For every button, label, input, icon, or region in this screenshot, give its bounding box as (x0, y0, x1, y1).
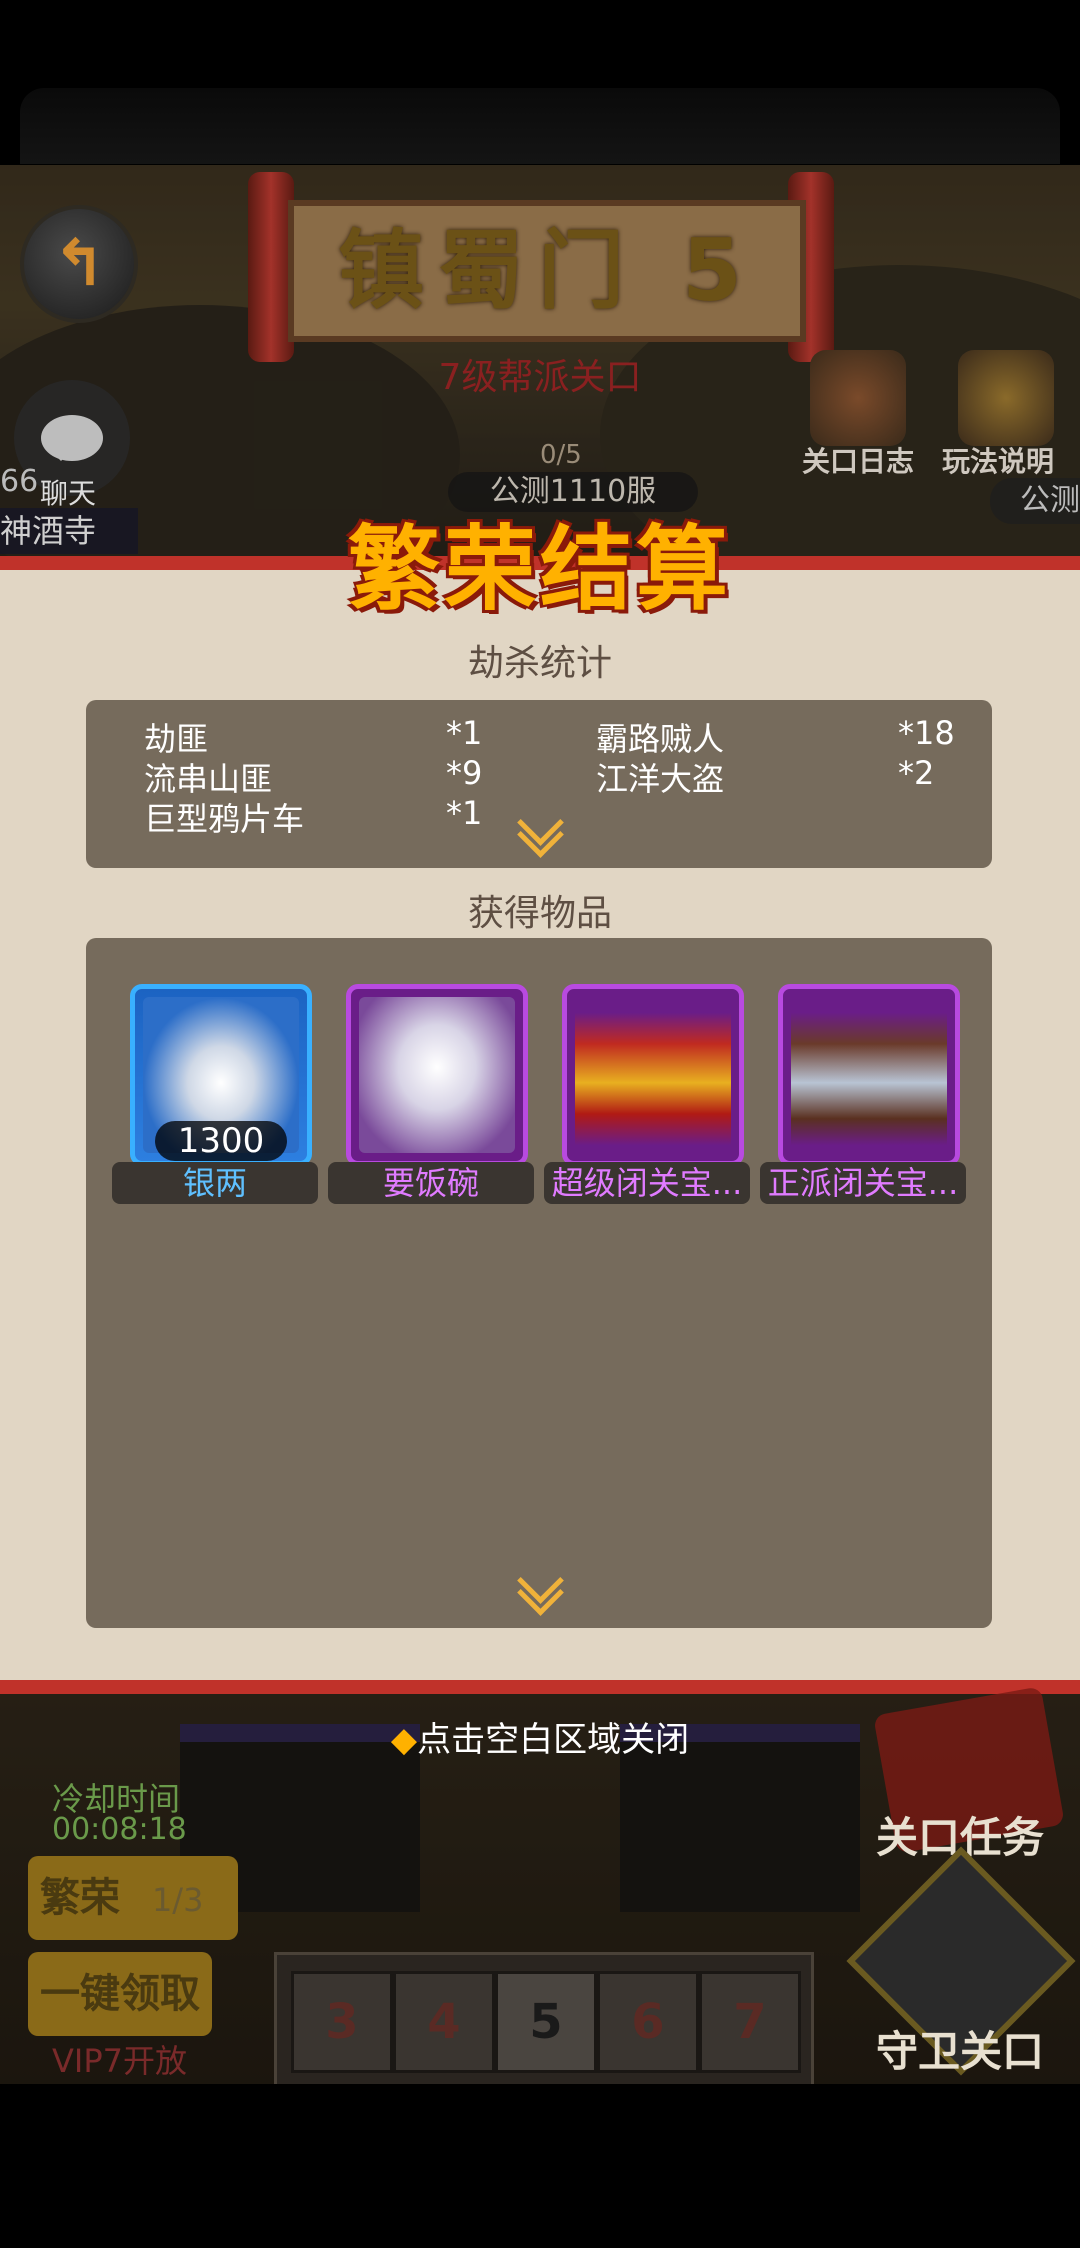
reward-item-silver[interactable]: 1300 (130, 984, 312, 1166)
stage-log-icon[interactable] (810, 350, 906, 446)
expand-chevron-icon[interactable] (516, 799, 564, 858)
item-name: 要饭碗 (328, 1162, 534, 1204)
reward-item-bowl[interactable] (346, 984, 528, 1166)
items-heading: 获得物品 (467, 893, 612, 934)
guard-label[interactable]: 守卫关口 (876, 2018, 1044, 2079)
close-hint-text: 点击空白区域关闭 (417, 1720, 690, 1760)
chat-bubble-icon (41, 415, 103, 461)
kill-count: *1 (446, 794, 483, 832)
top-frame (20, 88, 1060, 164)
level-cell[interactable]: 4 (393, 1971, 495, 2073)
reward-item-silver-chest[interactable] (778, 984, 960, 1166)
level-cell[interactable]: 7 (699, 1971, 801, 2073)
level-cell[interactable]: 3 (291, 1971, 393, 2073)
left-counter: 66 (0, 464, 39, 499)
prosperity-button[interactable]: 繁荣 1/3 (28, 1856, 238, 1940)
kill-count: *1 (446, 714, 483, 752)
prosperity-label: 繁荣 (40, 1875, 120, 1921)
vip-hint: VIP7开放 (52, 2042, 187, 2080)
panel-border-bottom (0, 1680, 1080, 1694)
level-selector: 3 4 5 6 7 (274, 1952, 814, 2088)
item-quantity: 1300 (155, 1121, 287, 1161)
back-button[interactable]: ↰ (20, 205, 138, 323)
stage-progress: 0/5 (540, 440, 582, 470)
level-cell[interactable]: 6 (597, 1971, 699, 2073)
reward-item-gold-chest[interactable] (562, 984, 744, 1166)
kill-count: *9 (446, 754, 483, 792)
stage-title-scroll: 镇蜀门 5 (248, 172, 834, 362)
level-cell-current[interactable]: 5 (495, 1971, 597, 2073)
navigation-area (0, 2084, 1080, 2248)
cooldown-timer: 00:08:18 (52, 1812, 187, 1847)
expand-chevron-icon[interactable] (516, 1557, 564, 1616)
stage-title: 镇蜀门 5 (338, 221, 756, 321)
diamond-icon: ◆ (390, 1720, 418, 1760)
kill-count: *18 (898, 714, 955, 752)
item-name: 银两 (112, 1162, 318, 1204)
kill-stats-box: 劫匪 *1 霸路贼人 *18 流串山匪 *9 江洋大盗 *2 巨型鸦片车 *1 (86, 700, 992, 868)
back-arrow-icon: ↰ (52, 227, 106, 301)
stage-log-label[interactable]: 关口日志 (802, 440, 914, 480)
beggar-bowl-icon (359, 997, 515, 1153)
rules-icon[interactable] (958, 350, 1054, 446)
stage-subtitle: 7级帮派关口 (438, 357, 642, 398)
rules-label[interactable]: 玩法说明 (942, 440, 1054, 480)
gold-chest-icon (575, 997, 731, 1153)
kill-count: *2 (898, 754, 935, 792)
kill-stats-heading: 劫杀统计 (467, 643, 612, 684)
claim-all-label: 一键领取 (40, 1971, 200, 2017)
item-name: 超级闭关宝... (544, 1162, 750, 1204)
panel-title: 繁荣结算 (347, 516, 732, 623)
kill-name: 江洋大盗 (596, 760, 725, 798)
prosperity-count: 1/3 (151, 1881, 204, 1919)
silver-chest-icon (791, 997, 947, 1153)
claim-all-button[interactable]: 一键领取 (28, 1952, 212, 2036)
item-name: 正派闭关宝... (760, 1162, 966, 1204)
scroll-paper: 镇蜀门 5 (288, 200, 806, 342)
kill-name: 巨型鸦片车 (144, 800, 305, 838)
